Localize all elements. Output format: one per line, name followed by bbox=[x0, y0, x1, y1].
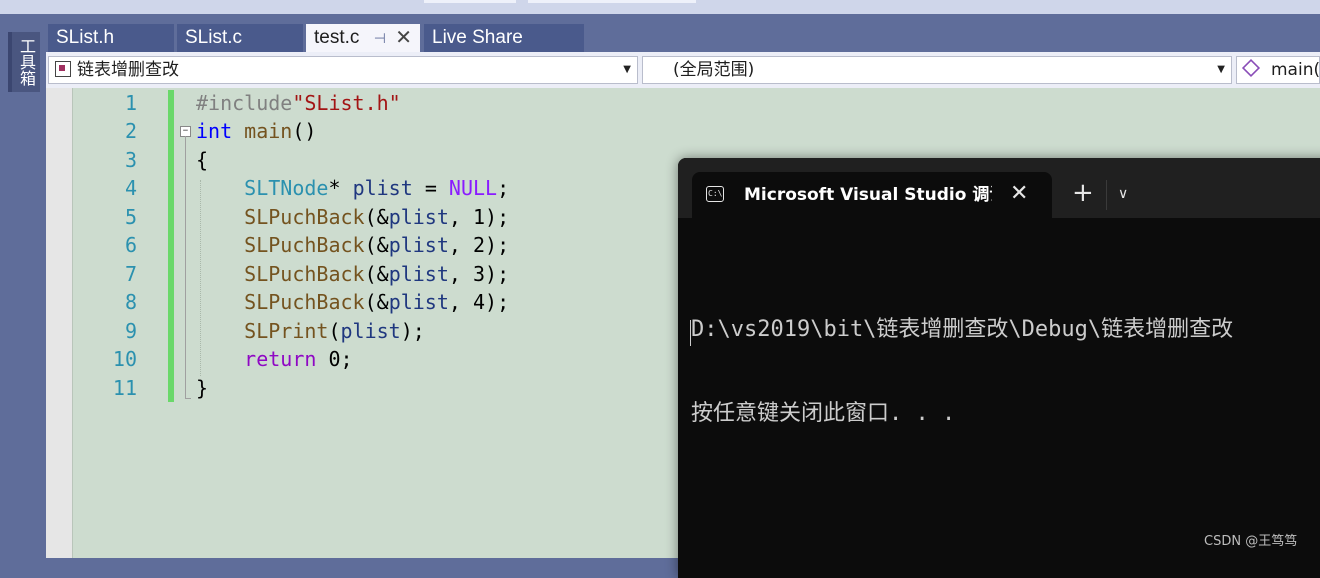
dropdown-arrow-icon: ▼ bbox=[623, 64, 631, 75]
new-tab-button[interactable]: + bbox=[1072, 178, 1094, 208]
line-number: 7 bbox=[124, 262, 137, 286]
line-number: 6 bbox=[124, 233, 137, 257]
document-tab-bar: SList.h SList.c test.c ⊣ ✕ Live Share bbox=[46, 14, 1320, 52]
console-tab[interactable]: C:\ Microsoft Visual Studio 调试控制台 ✕ bbox=[692, 172, 1052, 218]
code-line[interactable]: return 0; bbox=[196, 345, 352, 373]
tab-label: SList.c bbox=[185, 27, 243, 48]
console-output-line: 按任意键关闭此窗口. . . bbox=[691, 401, 956, 426]
line-number: 4 bbox=[124, 176, 137, 200]
fold-guide bbox=[185, 136, 186, 398]
line-number: 8 bbox=[124, 290, 137, 314]
tab-test-c[interactable]: test.c ⊣ ✕ bbox=[306, 24, 420, 52]
line-number: 11 bbox=[112, 376, 137, 400]
fold-guide-end bbox=[185, 398, 191, 399]
title-strip-highlight bbox=[424, 0, 516, 3]
tab-label: SList.h bbox=[56, 27, 115, 48]
project-label: 链表增删查改 bbox=[77, 60, 179, 80]
code-line[interactable]: { bbox=[196, 146, 208, 174]
left-sidebar: 工具箱 bbox=[0, 14, 46, 558]
scope-dropdown[interactable]: (全局范围) ▼ bbox=[642, 56, 1232, 84]
project-icon bbox=[55, 61, 71, 77]
navigation-bar: 链表增删查改 ▼ (全局范围) ▼ main() bbox=[46, 52, 1320, 89]
console-output-line: D:\vs2019\bit\链表增删查改\Debug\链表增删查改 bbox=[691, 317, 1234, 342]
member-dropdown[interactable]: main() bbox=[1236, 56, 1320, 84]
line-number: 10 bbox=[112, 347, 137, 371]
code-line[interactable]: } bbox=[196, 374, 208, 402]
project-dropdown[interactable]: 链表增删查改 ▼ bbox=[48, 56, 638, 84]
title-strip-highlight bbox=[528, 0, 696, 3]
tab-slist-h[interactable]: SList.h bbox=[48, 24, 174, 52]
glyph-margin bbox=[46, 88, 72, 558]
title-strip bbox=[0, 0, 1320, 14]
code-line[interactable]: SLTNode* plist = NULL; bbox=[196, 174, 509, 202]
tab-label: Live Share bbox=[432, 27, 523, 48]
debug-console-window[interactable]: C:\ Microsoft Visual Studio 调试控制台 ✕ + ∨ … bbox=[678, 158, 1320, 578]
code-line[interactable]: int main() bbox=[196, 117, 316, 145]
code-line[interactable]: SLPrint(plist); bbox=[196, 317, 425, 345]
tab-slist-c[interactable]: SList.c bbox=[177, 24, 303, 52]
line-number: 2 bbox=[124, 119, 137, 143]
titlebar-divider bbox=[1106, 180, 1107, 210]
line-number: 3 bbox=[124, 148, 137, 172]
line-number: 1 bbox=[124, 91, 137, 115]
pin-icon[interactable]: ⊣ bbox=[374, 24, 386, 52]
tab-live-share[interactable]: Live Share bbox=[424, 24, 584, 52]
method-cube-icon bbox=[1241, 58, 1261, 78]
close-icon[interactable]: ✕ bbox=[395, 24, 412, 52]
watermark: CSDN @王笃笃 bbox=[1204, 534, 1298, 549]
close-icon[interactable]: ✕ bbox=[1010, 180, 1028, 208]
console-titlebar: C:\ Microsoft Visual Studio 调试控制台 ✕ + ∨ bbox=[678, 158, 1320, 218]
code-line[interactable]: SLPuchBack(&plist, 1); bbox=[196, 203, 509, 231]
console-tab-title: Microsoft Visual Studio 调试控制台 bbox=[744, 185, 992, 205]
toolbox-tab[interactable]: 工具箱 bbox=[8, 32, 40, 92]
change-tracking-bar bbox=[168, 90, 174, 402]
text-cursor bbox=[690, 320, 691, 346]
terminal-icon: C:\ bbox=[706, 186, 724, 202]
chevron-down-icon[interactable]: ∨ bbox=[1118, 184, 1128, 204]
code-line[interactable]: SLPuchBack(&plist, 3); bbox=[196, 260, 509, 288]
code-line[interactable]: #include"SList.h" bbox=[196, 89, 401, 117]
code-line[interactable]: SLPuchBack(&plist, 4); bbox=[196, 288, 509, 316]
line-number: 5 bbox=[124, 205, 137, 229]
console-output: D:\vs2019\bit\链表增删查改\Debug\链表增删查改 按任意键关闭… bbox=[691, 260, 1233, 484]
tab-label: test.c bbox=[314, 27, 360, 48]
code-line[interactable]: SLPuchBack(&plist, 2); bbox=[196, 231, 509, 259]
scope-label: (全局范围) bbox=[673, 60, 755, 80]
member-label: main() bbox=[1271, 60, 1320, 80]
dropdown-arrow-icon: ▼ bbox=[1217, 64, 1225, 75]
line-number: 9 bbox=[124, 319, 137, 343]
